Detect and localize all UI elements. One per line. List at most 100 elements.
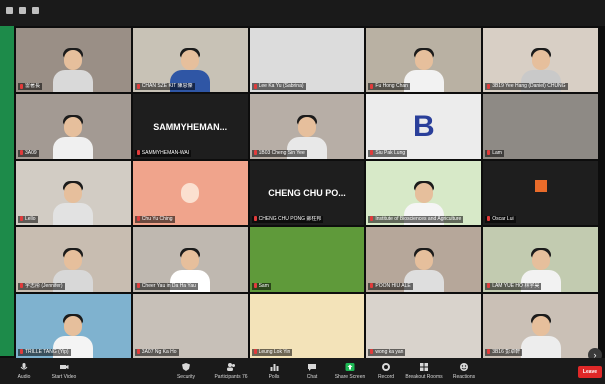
polls-button[interactable]: Polls bbox=[254, 360, 294, 382]
participant-video bbox=[53, 179, 94, 226]
muted-mic-icon bbox=[370, 349, 374, 355]
video-tile[interactable]: Lam bbox=[483, 94, 598, 159]
leave-button[interactable]: Leave bbox=[578, 366, 602, 378]
muted-mic-icon bbox=[136, 149, 140, 155]
video-tile[interactable]: 雷著長 bbox=[16, 28, 131, 93]
participants-button[interactable]: Participants 76 bbox=[211, 360, 251, 382]
participant-name: 1B03 Cheng Sin Yee bbox=[251, 149, 307, 157]
muted-mic-icon bbox=[253, 216, 257, 222]
muted-mic-icon bbox=[253, 282, 257, 288]
video-tile[interactable]: Fu Hong Chan bbox=[366, 28, 482, 93]
muted-mic-icon bbox=[136, 216, 140, 222]
participant-name: wong ka yan bbox=[368, 349, 406, 356]
video-tile[interactable]: wong ka yan bbox=[366, 293, 482, 358]
video-tile[interactable]: B Siu Pak Lung bbox=[366, 94, 482, 159]
muted-mic-icon bbox=[487, 282, 491, 288]
security-button[interactable]: Security bbox=[166, 360, 206, 382]
video-tile[interactable]: Chu Yu Ching bbox=[132, 160, 248, 226]
audio-button[interactable]: Audio bbox=[4, 360, 44, 382]
muted-mic-icon bbox=[20, 216, 23, 222]
chat-button[interactable]: Chat bbox=[292, 360, 332, 382]
participant-name: LAM YUE HO 林宇昊 bbox=[485, 282, 542, 290]
participant-name: Sam bbox=[251, 282, 271, 290]
participants-icon bbox=[227, 363, 235, 371]
muted-mic-icon bbox=[136, 349, 140, 355]
muted-mic-icon bbox=[370, 282, 374, 288]
video-tile[interactable]: 宇志彤 (Jennifer) bbox=[16, 227, 131, 292]
participant-name: 雷著長 bbox=[18, 83, 43, 91]
muted-mic-icon bbox=[487, 216, 491, 222]
participant-name: Siu Pak Lung bbox=[368, 149, 408, 157]
share-screen-button[interactable]: Share Screen bbox=[330, 360, 370, 382]
participant-name: Oscar Lui bbox=[485, 216, 516, 224]
participant-name: 3B19 Yee Hang (Daniel) CHUNG bbox=[485, 83, 568, 91]
muted-mic-icon bbox=[20, 83, 23, 89]
video-tile[interactable]: TRILLE TANG (Yip) bbox=[16, 293, 131, 358]
gallery-grid: 雷著長 CHAN SZE KIT 陳思傑 Lee Ka Yu (Sabrina)… bbox=[16, 28, 598, 358]
video-tile[interactable]: Lello bbox=[16, 160, 131, 226]
participant-name: SAMMYHEMAN-WAI bbox=[134, 149, 192, 157]
video-tile[interactable]: Lee Ka Yu (Sabrina) bbox=[249, 28, 365, 93]
letter-b-image: B bbox=[412, 109, 435, 143]
participant-name: 3B16 彭卓軒 bbox=[485, 349, 523, 356]
reactions-button[interactable]: Reactions bbox=[444, 360, 484, 382]
polls-icon bbox=[270, 364, 279, 371]
share-screen-icon bbox=[345, 363, 355, 371]
fullscreen-icon[interactable] bbox=[32, 7, 39, 14]
app-logo-icon bbox=[534, 180, 547, 193]
video-tile[interactable]: POON HIU ALE bbox=[366, 227, 482, 292]
reactions-icon bbox=[460, 363, 468, 371]
video-tile[interactable]: SAMMYHEMAN... SAMMYHEMAN-WAI bbox=[132, 94, 248, 159]
window-controls[interactable] bbox=[6, 7, 39, 14]
muted-mic-icon bbox=[20, 149, 23, 155]
participant-display-name: SAMMYHEMAN... bbox=[153, 121, 228, 132]
muted-mic-icon bbox=[253, 83, 257, 89]
video-tile[interactable]: 3A07 Ng Ka Ho bbox=[132, 293, 248, 358]
video-tile[interactable]: 3A09 bbox=[16, 94, 131, 159]
video-tile[interactable]: 3B19 Yee Hang (Daniel) CHUNG bbox=[483, 28, 598, 93]
video-tile[interactable]: 3B16 彭卓軒 bbox=[483, 293, 598, 358]
muted-mic-icon bbox=[253, 149, 257, 155]
participant-name: Chu Yu Ching bbox=[134, 216, 175, 224]
video-tile[interactable]: LAM YUE HO 林宇昊 bbox=[483, 227, 598, 292]
participant-count: 76 bbox=[241, 374, 248, 380]
muted-mic-icon bbox=[487, 149, 491, 155]
participant-display-name: CHENG CHU PO... bbox=[268, 187, 346, 198]
record-button[interactable]: Record bbox=[366, 360, 406, 382]
video-tile[interactable]: CHENG CHU PO... CHENG CHU PONG 鄭柱邦 bbox=[249, 160, 365, 226]
participant-name: 3A09 bbox=[18, 149, 39, 157]
participant-name: Lello bbox=[18, 216, 38, 224]
participant-name: Leung Lok Yin bbox=[251, 349, 293, 356]
muted-mic-icon bbox=[370, 149, 374, 155]
participant-name: Institute of Biosciences and Agriculture bbox=[368, 216, 464, 224]
muted-mic-icon bbox=[487, 83, 491, 89]
video-tile[interactable]: 1B03 Cheng Sin Yee bbox=[249, 94, 365, 159]
participant-video bbox=[53, 113, 94, 159]
muted-mic-icon bbox=[20, 282, 23, 288]
muted-mic-icon bbox=[370, 216, 374, 222]
record-icon bbox=[382, 363, 390, 371]
left-edge-strip bbox=[0, 26, 14, 356]
participant-name: TRILLE TANG (Yip) bbox=[18, 349, 71, 356]
video-tile[interactable]: CHAN SZE KIT 陳思傑 bbox=[132, 28, 248, 93]
microphone-icon bbox=[20, 363, 28, 370]
video-camera-icon bbox=[60, 365, 69, 369]
video-tile[interactable]: Oscar Lui bbox=[483, 160, 598, 226]
video-tile[interactable]: Leung Lok Yin bbox=[249, 293, 365, 358]
video-tile[interactable]: Institute of Biosciences and Agriculture bbox=[366, 160, 482, 226]
cartoon-avatar bbox=[170, 179, 211, 226]
view-icon[interactable] bbox=[6, 7, 13, 14]
breakout-rooms-button[interactable]: Breakout Rooms bbox=[404, 360, 444, 382]
shield-icon bbox=[182, 363, 190, 371]
meeting-toolbar: Audio Start Video Security Participants … bbox=[0, 358, 605, 384]
start-video-button[interactable]: Start Video bbox=[44, 360, 84, 382]
breakout-rooms-icon bbox=[420, 363, 428, 371]
participant-name: CHENG CHU PONG 鄭柱邦 bbox=[251, 216, 324, 224]
participant-name: Cheer Yau in Da Ha Yau bbox=[134, 282, 198, 290]
muted-mic-icon bbox=[20, 349, 23, 355]
participant-video bbox=[53, 46, 94, 93]
video-tile[interactable]: Sam bbox=[249, 227, 365, 292]
muted-mic-icon bbox=[253, 349, 257, 355]
video-tile[interactable]: Cheer Yau in Da Ha Yau bbox=[132, 227, 248, 292]
grid-icon[interactable] bbox=[19, 7, 26, 14]
